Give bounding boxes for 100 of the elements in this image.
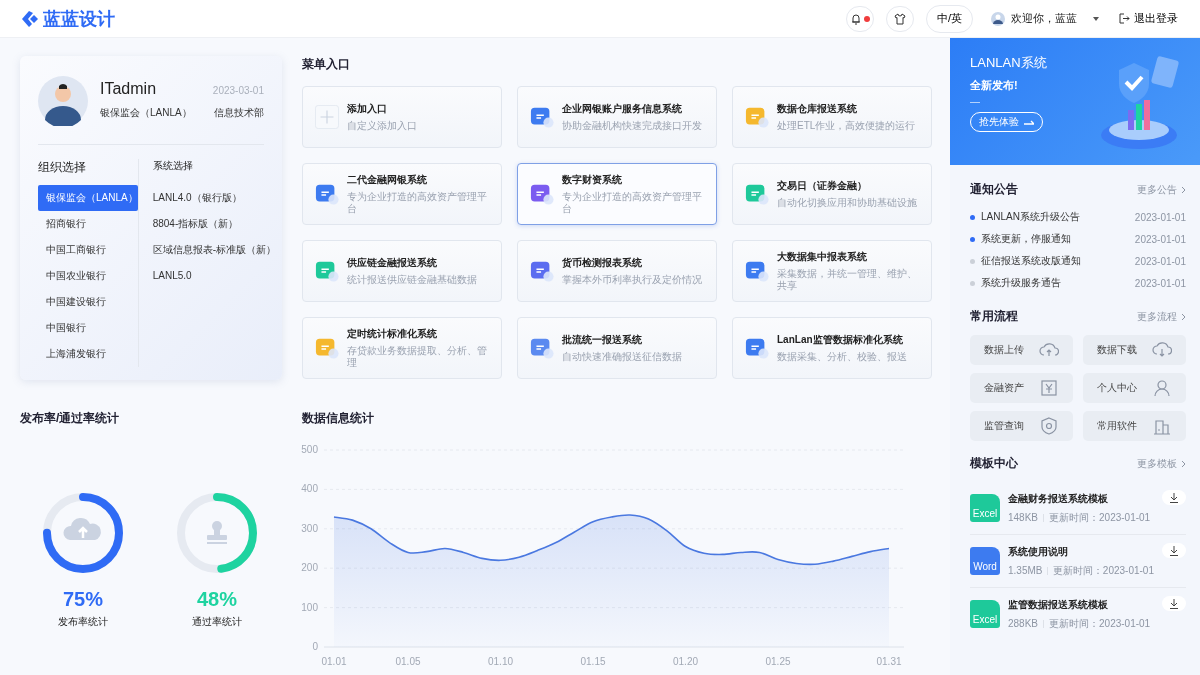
- menu-description: 处理ETL作业，高效便捷的运行: [777, 119, 917, 133]
- menu-card[interactable]: LanLan监管数据标准化系统 数据采集、分析、校验、报送: [732, 317, 932, 379]
- axis-label: 500: [301, 444, 318, 455]
- org-item[interactable]: 上海浦发银行: [38, 341, 138, 367]
- person-icon: [1152, 378, 1173, 398]
- flow-button[interactable]: 金融资产: [970, 373, 1073, 403]
- system-icon: [530, 259, 554, 283]
- axis-label: 400: [301, 483, 318, 495]
- notice-title[interactable]: 系统更新，停服通知: [981, 232, 1135, 246]
- shirt-icon: [893, 12, 906, 25]
- system-icon: [530, 336, 554, 360]
- axis-label: 0: [312, 641, 318, 652]
- notice-date: 2023-01-01: [1134, 277, 1186, 289]
- menu-title: 交易日（证券金融）: [777, 178, 868, 193]
- notice-date: 2023-01-01: [1134, 211, 1186, 223]
- download-icon: [1169, 598, 1179, 609]
- notice-title[interactable]: 征信报送系统改版通知: [981, 254, 1135, 268]
- file-icon: Excel: [970, 600, 1000, 628]
- download-button[interactable]: [1162, 490, 1186, 505]
- menu-card[interactable]: 添加入口 自定义添加入口: [302, 86, 502, 148]
- file-size: 148KB: [1008, 512, 1039, 523]
- section-title: 模板中心: [970, 455, 1018, 472]
- avatar: [38, 76, 88, 126]
- section-title: 通知公告: [970, 181, 1018, 198]
- download-button[interactable]: [1162, 543, 1186, 558]
- shirt-button[interactable]: [885, 5, 914, 32]
- notification-button[interactable]: [845, 5, 874, 32]
- menu-title: 二代金融网银系统: [347, 172, 428, 187]
- chevron-icon: [1181, 459, 1186, 468]
- template-name: 金融财务报送系统模板: [1008, 491, 1109, 506]
- menu-description: 自动化切换应用和协助基础设施: [777, 196, 918, 210]
- menu-card[interactable]: 批流统一报送系统 自动快速准确报送征信数据: [517, 317, 717, 379]
- logout-button[interactable]: 退出登录: [1117, 9, 1180, 28]
- axis-label: 01.31: [876, 656, 902, 667]
- file-size: 1.35MB: [1008, 565, 1043, 576]
- notice-title[interactable]: LANLAN系统升级公告: [981, 210, 1135, 224]
- banner-title: LANLAN系统: [970, 54, 1047, 72]
- menu-description: 自定义添加入口: [347, 119, 418, 133]
- system-item[interactable]: LANL5.0: [152, 263, 277, 289]
- menu-card[interactable]: 数据仓库报送系统 处理ETL作业，高效便捷的运行: [732, 86, 932, 148]
- system-item[interactable]: LANL4.0（银行版）: [152, 185, 277, 211]
- org-item[interactable]: 中国工商银行: [38, 237, 138, 263]
- download-button[interactable]: [1162, 596, 1186, 611]
- gauge-value: 48%: [197, 588, 237, 611]
- notice-title[interactable]: 系统升级服务通告: [981, 276, 1135, 290]
- axis-label: 01.25: [765, 656, 791, 667]
- menu-title: 大数据集中报表系统: [777, 249, 868, 264]
- caret-icon[interactable]: [1093, 16, 1099, 21]
- menu-description: 掌握本外币利率执行及定价情况: [562, 273, 703, 287]
- language-button[interactable]: 中/英: [925, 4, 973, 33]
- file-size: 288KB: [1008, 618, 1039, 629]
- gauge-value: 75%: [63, 588, 103, 611]
- flow-button[interactable]: 常用软件: [1083, 411, 1186, 441]
- flow-button[interactable]: 个人中心: [1083, 373, 1186, 403]
- updated-time: 更新时间：2023-01-01: [1052, 563, 1154, 578]
- notice-date: 2023-01-01: [1134, 233, 1186, 245]
- menu-card[interactable]: 交易日（证券金融） 自动化切换应用和协助基础设施: [732, 163, 932, 225]
- menu-description: 存贷款业务数据提取、分析、管理: [347, 344, 488, 370]
- user-date: 2023-03-01: [212, 85, 264, 96]
- shield-icon: [1039, 416, 1060, 436]
- notice-date: 2023-01-01: [1134, 255, 1186, 267]
- system-item[interactable]: 区域信息报表-标准版（新）: [152, 237, 277, 263]
- banner-subtitle: 全新发布!: [970, 78, 1019, 93]
- flow-button[interactable]: 数据上传: [970, 335, 1073, 365]
- menu-card[interactable]: 企业网银账户服务信息系统 协助金融机构快速完成接口开发: [517, 86, 717, 148]
- menu-description: 数据采集、分析、校验、报送: [777, 350, 908, 364]
- menu-card[interactable]: 定时统计标准化系统 存贷款业务数据提取、分析、管理: [302, 317, 502, 379]
- menu-card[interactable]: 二代金融网银系统 专为企业打造的高效资产管理平台: [302, 163, 502, 225]
- menu-title: 数字财资系统: [562, 172, 623, 187]
- plus-icon: [315, 105, 339, 129]
- user-name: ITadmin: [100, 80, 157, 98]
- org-item[interactable]: 中国农业银行: [38, 263, 138, 289]
- org-item[interactable]: 招商银行: [38, 211, 138, 237]
- bell-icon: [849, 12, 862, 25]
- menu-title: 批流统一报送系统: [562, 332, 643, 347]
- section-title: 发布率/通过率统计: [20, 410, 121, 427]
- system-icon: [315, 336, 339, 360]
- menu-card[interactable]: 数字财资系统 专为企业打造的高效资产管理平台: [517, 163, 717, 225]
- system-icon: [315, 259, 339, 283]
- system-icon: [530, 182, 554, 206]
- template-name: 监管数据报送系统模板: [1008, 597, 1109, 612]
- org-item[interactable]: 银保监会（LANLA）: [38, 185, 138, 211]
- org-item[interactable]: 中国银行: [38, 315, 138, 341]
- chevron-icon: [1181, 185, 1186, 194]
- axis-label: 01.20: [673, 656, 698, 667]
- system-icon: [315, 182, 339, 206]
- menu-description: 自动快速准确报送征信数据: [562, 350, 683, 364]
- axis-label: 01.05: [395, 656, 421, 667]
- menu-title: LanLan监管数据标准化系统: [777, 332, 904, 347]
- chevron-icon: [1181, 312, 1186, 321]
- menu-card[interactable]: 货币检测报表系统 掌握本外币利率执行及定价情况: [517, 240, 717, 302]
- flow-button[interactable]: 监管查询: [970, 411, 1073, 441]
- gauge-label: 发布率统计: [58, 615, 108, 629]
- menu-description: 专为企业打造的高效资产管理平台: [562, 190, 703, 216]
- menu-description: 协助金融机构快速完成接口开发: [562, 119, 703, 133]
- menu-title: 定时统计标准化系统: [347, 326, 438, 341]
- flow-button[interactable]: 数据下载: [1083, 335, 1186, 365]
- system-item[interactable]: 8804-指标版（新）: [152, 211, 277, 237]
- menu-card[interactable]: 供应链金融报送系统 统计报送供应链金融基础数据: [302, 240, 502, 302]
- org-item[interactable]: 中国建设银行: [38, 289, 138, 315]
